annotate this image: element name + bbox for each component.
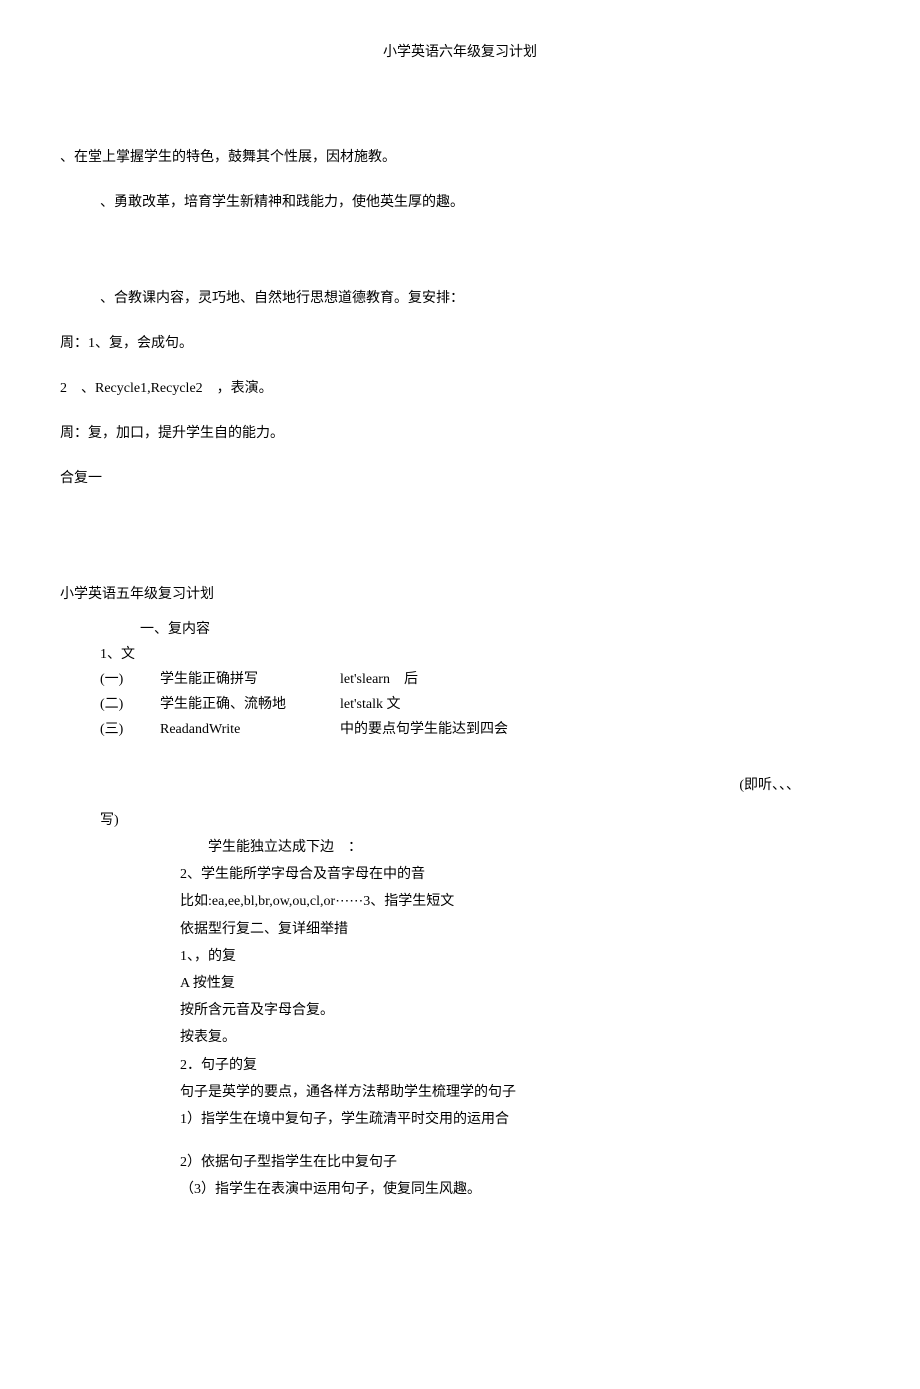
body-line: 句子是英学的要点，通各样方法帮助学生梳理学的句子 — [180, 1080, 860, 1105]
row-text: ReadandWrite — [160, 717, 340, 742]
table-row: (二) 学生能正确、流畅地 let'stalk 文 — [100, 692, 860, 717]
body-line: 1、，的复 — [180, 944, 860, 969]
body-line: 依据型行复二、复详细举措 — [180, 917, 860, 942]
body-line: 1）指学生在境中复句子，学生疏清平时交用的运用合 — [180, 1107, 860, 1132]
paragraph: 、合教课内容，灵巧地、自然地行思想道德教育。复安排： — [100, 286, 860, 311]
paragraph: 、在堂上掌握学生的特色，鼓舞其个性展，因材施教。 — [60, 145, 860, 170]
body-line: 按所含元音及字母合复。 — [180, 998, 860, 1023]
text: 写) — [100, 808, 860, 833]
row-label: (一) — [100, 667, 160, 692]
body-line: A 按性复 — [180, 971, 860, 996]
body-line: 按表复。 — [180, 1025, 860, 1050]
table-row: (一) 学生能正确拼写 let'slearn 后 — [100, 667, 860, 692]
body-line: 2）依据句子型指学生在比中复句子 — [180, 1150, 860, 1175]
note-text: (即听、、、 — [60, 773, 800, 798]
row-text: 学生能正确拼写 — [160, 667, 340, 692]
row-text: 学生能正确、流畅地 — [160, 692, 340, 717]
list-item: 1、文 — [100, 642, 860, 667]
section-heading: 一、复内容 — [140, 617, 860, 642]
table-row: (三) ReadandWrite 中的要点句学生能达到四会 — [100, 717, 860, 742]
paragraph: 周：复，加口，提升学生自的能力。 — [60, 421, 860, 446]
body-line: 2．句子的复 — [180, 1053, 860, 1078]
paragraph: 2 、Recycle1,Recycle2 ，表演。 — [60, 376, 860, 401]
body-line: 比如:ea,ee,bl,br,ow,ou,cl,or⋯⋯3、指学生短文 — [180, 889, 860, 914]
body-line: 2、学生能所学字母合及音字母在中的音 — [180, 862, 860, 887]
paragraph: 、勇敢改革，培育学生新精神和践能力，使他英生厚的趣。 — [100, 190, 860, 215]
paragraph: 周：1、复，会成句。 — [60, 331, 860, 356]
row-label: (三) — [100, 717, 160, 742]
paragraph: 合复一 — [60, 466, 860, 491]
body-line: （3）指学生在表演中运用句子，使复同生风趣。 — [180, 1177, 860, 1202]
body-line: 学生能独立达成下边 ： — [180, 835, 860, 860]
row-text: let'stalk 文 — [340, 692, 860, 717]
body-block: 学生能独立达成下边 ： 2、学生能所学字母合及音字母在中的音 比如:ea,ee,… — [180, 835, 860, 1202]
row-text: let'slearn 后 — [340, 667, 860, 692]
page-title: 小学英语六年级复习计划 — [60, 40, 860, 65]
section-subtitle: 小学英语五年级复习计划 — [60, 582, 860, 607]
row-text: 中的要点句学生能达到四会 — [340, 717, 860, 742]
row-label: (二) — [100, 692, 160, 717]
